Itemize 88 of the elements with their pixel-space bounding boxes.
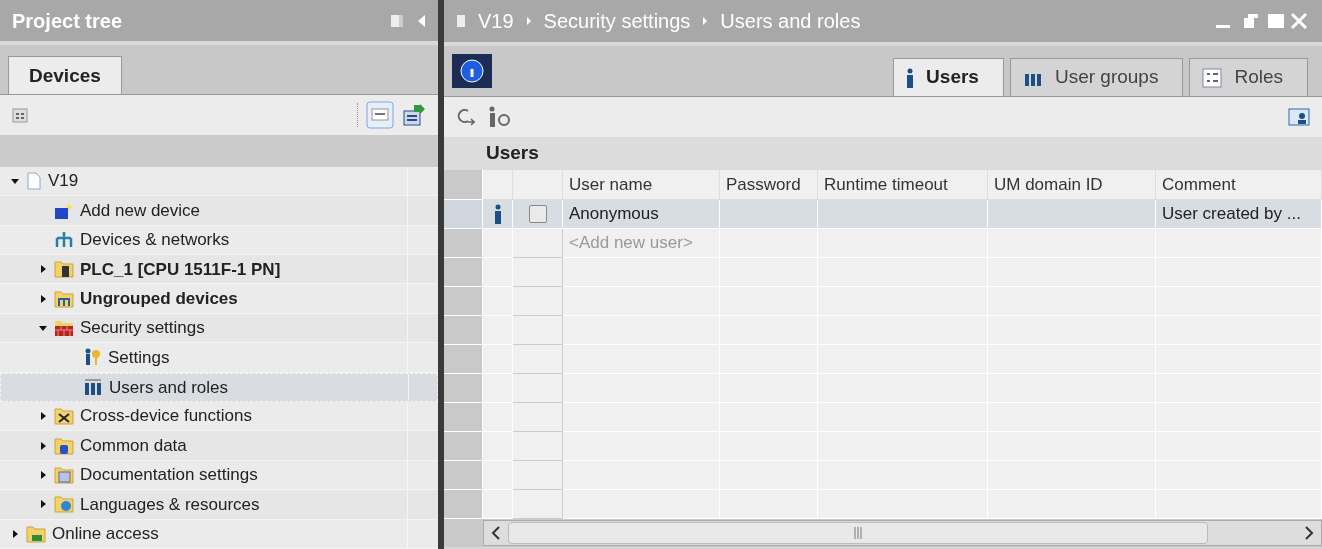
tab[interactable]: Devices bbox=[8, 56, 122, 95]
tree-item[interactable]: Users and roles bbox=[0, 372, 438, 403]
new-device-icon bbox=[54, 201, 74, 220]
row-header bbox=[444, 403, 483, 432]
scrollbar-thumb[interactable] bbox=[508, 522, 1208, 544]
tree-item[interactable]: V19 bbox=[0, 166, 438, 197]
empty-cell bbox=[513, 403, 563, 432]
tree-item-label: PLC_1 [CPU 1511F-1 PN] bbox=[80, 258, 281, 281]
tree-item-label: Add new device bbox=[80, 199, 201, 222]
tree-item-label: Documentation settings bbox=[80, 464, 258, 487]
tree-item-label: Ungrouped devices bbox=[80, 287, 238, 310]
row-header bbox=[444, 316, 483, 345]
tree-item-label: Online access bbox=[52, 523, 159, 546]
row-header bbox=[444, 345, 483, 374]
breadcrumb-arrow-icon bbox=[525, 17, 532, 25]
section-title: Users bbox=[486, 141, 539, 166]
row-header bbox=[444, 258, 483, 287]
row-header bbox=[444, 200, 483, 229]
table-cell-text: User created by ... bbox=[1162, 203, 1301, 226]
row-header bbox=[444, 374, 483, 403]
panel-title: Project tree bbox=[12, 8, 124, 34]
tree-item-label: Common data bbox=[80, 434, 187, 457]
globe-folder-icon bbox=[54, 495, 74, 514]
collapsed-arrow-icon[interactable] bbox=[38, 499, 48, 510]
empty-cell bbox=[513, 229, 563, 258]
document-folder-icon bbox=[54, 466, 74, 484]
tree-item[interactable]: Security settings bbox=[0, 313, 438, 344]
folder-icon bbox=[26, 524, 46, 543]
user-icon bbox=[493, 204, 502, 224]
empty-cell bbox=[513, 287, 563, 316]
collapsed-arrow-icon[interactable] bbox=[38, 293, 48, 304]
row-header bbox=[444, 229, 483, 258]
empty-cell bbox=[513, 374, 563, 403]
tab[interactable]: Roles bbox=[1189, 58, 1308, 96]
empty-cell bbox=[513, 345, 563, 374]
network-icon bbox=[54, 230, 74, 249]
tree-item[interactable]: Online access bbox=[0, 519, 438, 549]
tree-item-label: Users and roles bbox=[109, 376, 229, 399]
tree-item[interactable]: Ungrouped devices bbox=[0, 284, 438, 314]
document-icon bbox=[26, 172, 42, 191]
collapsed-arrow-icon[interactable] bbox=[38, 470, 48, 480]
user-refresh-icon[interactable] bbox=[488, 106, 512, 128]
tree-item-label: Languages & resources bbox=[80, 493, 260, 516]
collapsed-arrow-icon[interactable] bbox=[38, 440, 48, 451]
tree-item[interactable]: Settings bbox=[0, 343, 438, 373]
users-icon bbox=[83, 378, 103, 397]
user-icon bbox=[906, 67, 915, 88]
table-export-icon[interactable] bbox=[402, 102, 426, 127]
collapsed-arrow-icon[interactable] bbox=[38, 411, 48, 422]
tree-item[interactable]: Languages & resources bbox=[0, 490, 438, 520]
tree-toolbar-icon[interactable] bbox=[12, 105, 30, 124]
tree-item[interactable]: Common data bbox=[0, 431, 438, 461]
empty-cell bbox=[513, 258, 563, 287]
tab[interactable]: User groups bbox=[1009, 58, 1184, 96]
table-cell-text: Anonymous bbox=[569, 203, 659, 226]
device-folder-icon bbox=[54, 289, 74, 308]
info-icon[interactable] bbox=[452, 54, 492, 88]
row-header bbox=[444, 170, 483, 200]
tree-item-label: Security settings bbox=[80, 317, 205, 340]
tree-item[interactable]: Devices & networks bbox=[0, 225, 438, 256]
collapsed-arrow-icon[interactable] bbox=[38, 264, 48, 275]
device-folder-icon bbox=[54, 260, 74, 279]
row-header bbox=[444, 432, 483, 461]
row-header bbox=[444, 287, 483, 316]
cross-folder-icon bbox=[54, 407, 74, 426]
empty-cell bbox=[513, 316, 563, 345]
tree-item-label: V19 bbox=[48, 170, 79, 193]
row-header bbox=[444, 461, 483, 490]
empty-cell bbox=[513, 461, 563, 490]
table-row[interactable]: Anonymous User created by ... bbox=[444, 200, 1322, 229]
tree-item[interactable]: PLC_1 [CPU 1511F-1 PN] bbox=[0, 255, 438, 285]
sync-icon[interactable] bbox=[456, 107, 476, 127]
list-icon bbox=[1202, 67, 1223, 88]
tree-item-label: Devices & networks bbox=[80, 229, 230, 252]
breadcrumb-arrow-icon bbox=[702, 17, 709, 25]
empty-cell bbox=[513, 432, 563, 461]
tree-item[interactable]: Cross-device functions bbox=[0, 402, 438, 432]
view-toggle-icon[interactable] bbox=[366, 100, 394, 129]
data-folder-icon bbox=[54, 436, 74, 455]
tree-item-label: Settings bbox=[108, 346, 170, 369]
checkbox[interactable] bbox=[528, 205, 547, 223]
tab[interactable]: Users bbox=[893, 58, 1004, 96]
tree-item[interactable]: Add new device bbox=[0, 196, 438, 226]
collapsed-arrow-icon[interactable] bbox=[10, 528, 20, 539]
tree-item[interactable]: Documentation settings bbox=[0, 460, 438, 491]
user-card-icon[interactable] bbox=[1288, 107, 1310, 127]
tree-item-label: Cross-device functions bbox=[80, 405, 252, 428]
firewall-icon bbox=[54, 319, 74, 338]
